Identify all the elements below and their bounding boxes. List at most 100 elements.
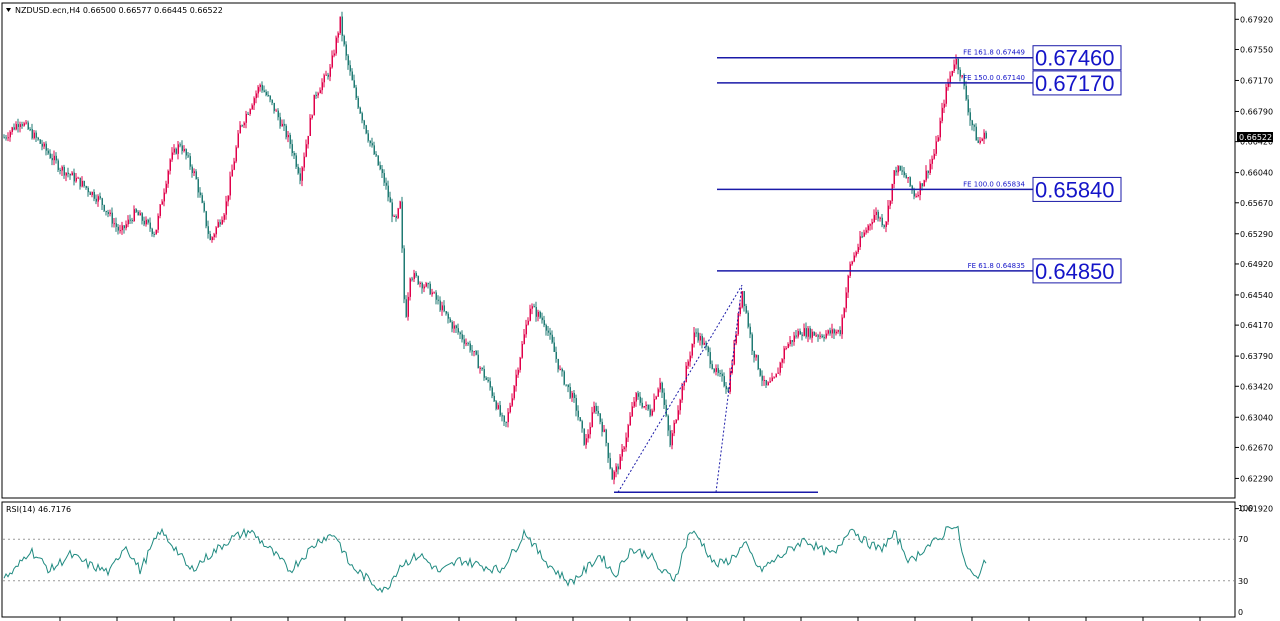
- candle-body: [697, 332, 699, 341]
- candle-body: [893, 170, 895, 185]
- candle-body: [535, 307, 537, 317]
- candle-body: [25, 122, 27, 124]
- candle-body: [577, 410, 579, 418]
- candle-body: [715, 368, 717, 372]
- candle-body: [15, 124, 17, 130]
- candle-body: [645, 404, 647, 407]
- candle-body: [211, 237, 213, 241]
- candle-body: [51, 158, 53, 161]
- candle-body: [145, 219, 147, 225]
- candle-body: [809, 328, 811, 338]
- candle-body: [717, 368, 719, 373]
- price-tick-label: 0.64540: [1240, 291, 1273, 300]
- candle-body: [831, 329, 833, 334]
- candle-body: [89, 192, 91, 195]
- candle-body: [977, 140, 979, 143]
- candle-body: [959, 69, 961, 77]
- candle-body: [971, 120, 973, 126]
- candle-body: [43, 143, 45, 147]
- candle-body: [867, 225, 869, 231]
- price-tick-label: 0.64920: [1240, 260, 1273, 269]
- candle-body: [119, 230, 121, 232]
- candle-body: [291, 144, 293, 154]
- price-box-label: 0.65840: [1035, 177, 1115, 202]
- candle-body: [87, 187, 89, 193]
- candle-body: [237, 133, 239, 148]
- price-box-label: 0.67460: [1035, 46, 1115, 71]
- candle-body: [949, 75, 951, 84]
- candle-body: [887, 205, 889, 222]
- candle-body: [457, 328, 459, 333]
- candle-body: [309, 117, 311, 136]
- candle-body: [387, 185, 389, 198]
- candle-body: [781, 359, 783, 363]
- candle-body: [77, 177, 79, 179]
- candle-body: [979, 140, 981, 143]
- candle-body: [281, 123, 283, 127]
- candle-body: [917, 194, 919, 197]
- candle-body: [539, 311, 541, 318]
- candle-body: [397, 208, 399, 218]
- candle-body: [157, 215, 159, 230]
- candle-body: [29, 129, 31, 131]
- candle-body: [461, 334, 463, 340]
- candle-body: [85, 186, 87, 188]
- candle-body: [599, 413, 601, 422]
- candle-body: [631, 406, 633, 417]
- candle-body: [469, 343, 471, 351]
- candle-body: [655, 396, 657, 400]
- candle-body: [711, 364, 713, 369]
- rsi-frame: [1, 501, 1236, 618]
- price-tick-label: 0.63420: [1240, 382, 1273, 391]
- candle-body: [641, 402, 643, 408]
- candle-body: [361, 113, 363, 121]
- price-box-label: 0.64850: [1035, 259, 1115, 284]
- candle-body: [19, 124, 21, 127]
- candle-body: [801, 334, 803, 336]
- candle-body: [13, 127, 15, 130]
- candle-body: [57, 160, 59, 170]
- fib-level-label: FE 61.8 0.64835: [968, 262, 1025, 270]
- candle-body: [477, 354, 479, 369]
- candle-body: [293, 153, 295, 156]
- candle-body: [41, 143, 43, 147]
- candle-body: [277, 110, 279, 118]
- chart-header: NZDUSD.ecn,H4 0.66500 0.66577 0.66445 0.…: [15, 6, 223, 15]
- price-tick-label: 0.64170: [1240, 321, 1273, 330]
- candle-body: [389, 197, 391, 203]
- candle-body: [445, 311, 447, 314]
- candle-body: [311, 115, 313, 118]
- fib-level-label: FE 161.8 0.67449: [963, 49, 1025, 57]
- candle-body: [933, 153, 935, 159]
- candle-body: [643, 406, 645, 408]
- candle-body: [255, 93, 257, 99]
- candle-body: [383, 173, 385, 183]
- candle-body: [185, 149, 187, 156]
- candle-body: [953, 64, 955, 71]
- candle-body: [733, 343, 735, 365]
- candle-body: [483, 369, 485, 378]
- candle-body: [803, 328, 805, 336]
- candle-body: [105, 210, 107, 213]
- candle-body: [921, 183, 923, 187]
- candle-body: [899, 166, 901, 171]
- candle-body: [611, 468, 613, 480]
- candle-body: [197, 179, 199, 193]
- rsi-axis: 100 70 30 0: [1238, 504, 1253, 617]
- candle-body: [683, 382, 685, 386]
- candle-body: [435, 292, 437, 300]
- candle-body: [783, 348, 785, 360]
- candle-body: [213, 234, 215, 238]
- chart-window: NZDUSD.ecn,H4 0.66500 0.66577 0.66445 0.…: [0, 0, 1280, 621]
- candle-body: [523, 334, 525, 344]
- candle-body: [741, 291, 743, 308]
- candle-body: [159, 204, 161, 216]
- candle-body: [399, 201, 401, 209]
- candle-body: [907, 177, 909, 179]
- candle-body: [73, 172, 75, 182]
- candle-body: [719, 372, 721, 374]
- candle-body: [913, 190, 915, 197]
- candle-body: [665, 404, 667, 416]
- candle-body: [261, 84, 263, 91]
- fib-level-label: FE 100.0 0.65834: [963, 180, 1025, 188]
